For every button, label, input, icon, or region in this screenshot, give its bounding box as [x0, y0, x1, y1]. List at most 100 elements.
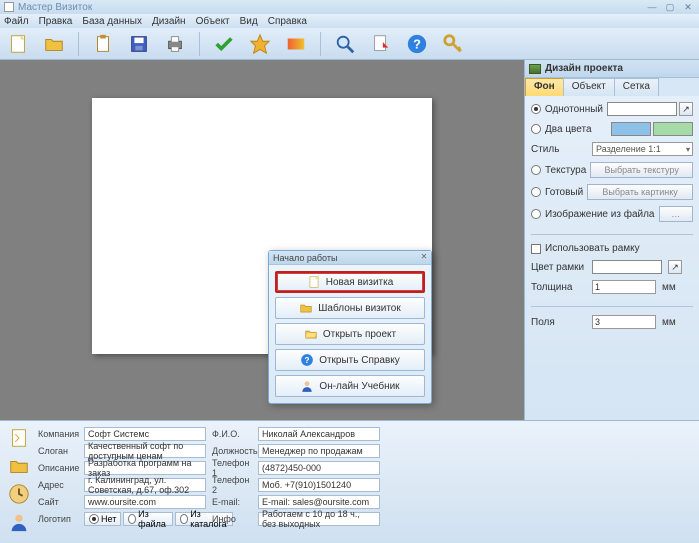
info-label: Инфо: [212, 514, 254, 524]
svg-text:?: ?: [413, 36, 421, 51]
print-icon[interactable]: [163, 32, 187, 56]
margins-label: Поля: [531, 317, 586, 328]
color2-swatch[interactable]: [653, 122, 693, 136]
help-circle-icon: ?: [300, 353, 314, 367]
folder-icon: [299, 301, 313, 315]
folder-open-icon: [304, 327, 318, 341]
dialog-title-bar[interactable]: Начало работы ✕: [269, 251, 431, 265]
address-input[interactable]: г. Калининград, ул. Советская, д.67, оф.…: [84, 478, 206, 492]
star-icon[interactable]: [248, 32, 272, 56]
company-input[interactable]: Софт Системс: [84, 427, 206, 441]
bottom-panel: Компания Софт Системс Слоган Качественный …: [0, 420, 699, 543]
menu-help[interactable]: Справка: [268, 16, 307, 27]
fio-input[interactable]: Николай Александров: [258, 427, 380, 441]
tab-grid[interactable]: Сетка: [614, 78, 659, 96]
site-label: Сайт: [38, 497, 80, 507]
tab-background[interactable]: Фон: [525, 78, 564, 96]
ready-label: Готовый: [545, 187, 583, 198]
eyedropper-icon[interactable]: ↗: [679, 102, 693, 116]
folder-side-icon[interactable]: [8, 455, 30, 477]
dialog-title: Начало работы: [273, 253, 337, 263]
tab-object[interactable]: Объект: [563, 78, 615, 96]
radio-twocolor[interactable]: [531, 124, 541, 134]
canvas-area: Начало работы ✕ Новая визитка Шаблоны ви…: [0, 60, 524, 420]
margins-input[interactable]: 3: [592, 315, 656, 329]
new-card-button[interactable]: Новая визитка: [275, 271, 425, 293]
zoom-icon[interactable]: [333, 32, 357, 56]
solid-color-swatch[interactable]: [607, 102, 677, 116]
desc-label: Описание: [38, 463, 80, 473]
slogan-label: Слоган: [38, 446, 80, 456]
menu-edit[interactable]: Правка: [39, 16, 73, 27]
solid-label: Однотонный: [545, 104, 603, 115]
choose-picture-button[interactable]: Выбрать картинку: [587, 184, 693, 200]
radio-ready[interactable]: [531, 187, 541, 197]
close-button[interactable]: ✕: [681, 2, 695, 12]
style-dropdown[interactable]: Разделение 1:1: [592, 142, 693, 156]
doc-icon: [307, 275, 321, 289]
logo-none-option[interactable]: Нет: [84, 512, 121, 526]
style-label: Стиль: [531, 144, 586, 155]
from-file-label: Изображение из файла: [545, 209, 655, 220]
twocolor-label: Два цвета: [545, 124, 592, 135]
online-tutorial-button[interactable]: Он-лайн Учебник: [275, 375, 425, 397]
site-input[interactable]: www.oursite.com: [84, 495, 206, 509]
company-label: Компания: [38, 429, 80, 439]
email-input[interactable]: E-mail: sales@oursite.com: [258, 495, 380, 509]
clipboard-icon[interactable]: [91, 32, 115, 56]
desc-input[interactable]: Разработка программ на заказ: [84, 461, 206, 475]
dialog-close-icon[interactable]: ✕: [419, 252, 429, 262]
templates-label: Шаблоны визиток: [318, 303, 400, 314]
svg-text:?: ?: [305, 356, 310, 365]
new-card-label: Новая визитка: [326, 277, 394, 288]
menu-view[interactable]: Вид: [240, 16, 258, 27]
menu-file[interactable]: Файл: [4, 16, 29, 27]
user-side-icon[interactable]: [8, 511, 30, 533]
slogan-input[interactable]: Качественный софт по доступным ценам: [84, 444, 206, 458]
menu-design[interactable]: Дизайн: [152, 16, 186, 27]
logo-file-option[interactable]: Из файла: [123, 512, 173, 526]
thickness-input[interactable]: 1: [592, 280, 656, 294]
panel-title: Дизайн проекта: [545, 63, 623, 74]
radio-solid[interactable]: [531, 104, 541, 114]
key-icon[interactable]: [441, 32, 465, 56]
check-icon[interactable]: [212, 32, 236, 56]
open-folder-icon[interactable]: [42, 32, 66, 56]
open-help-button[interactable]: ? Открыть Справку: [275, 349, 425, 371]
paste-icon[interactable]: [369, 32, 393, 56]
color1-swatch[interactable]: [611, 122, 651, 136]
clock-side-icon[interactable]: [8, 483, 30, 505]
choose-texture-button[interactable]: Выбрать текстуру: [590, 162, 693, 178]
phone2-input[interactable]: Моб. +7(910)1501240: [258, 478, 380, 492]
maximize-button[interactable]: ▢: [663, 2, 677, 12]
from-file-browse[interactable]: …: [659, 206, 694, 222]
fio-label: Ф.И.О.: [212, 429, 254, 439]
position-input[interactable]: Менеджер по продажам: [258, 444, 380, 458]
thickness-label: Толщина: [531, 282, 586, 293]
app-icon: [4, 2, 14, 12]
doc-side-icon[interactable]: [8, 427, 30, 449]
panel-title-bar: Дизайн проекта: [525, 60, 699, 78]
eyedropper2-icon[interactable]: ↗: [668, 260, 682, 274]
phone1-input[interactable]: (4872)450-000: [258, 461, 380, 475]
info-input[interactable]: Работаем с 10 до 18 ч., без выходных: [258, 512, 380, 526]
minimize-button[interactable]: —: [645, 2, 659, 12]
gradient-icon[interactable]: [284, 32, 308, 56]
menu-object[interactable]: Объект: [196, 16, 230, 27]
radio-from-file[interactable]: [531, 209, 541, 219]
picture-icon: [529, 64, 541, 74]
menubar: Файл Правка База данных Дизайн Объект Ви…: [0, 14, 699, 28]
email-label: E-mail:: [212, 497, 254, 507]
radio-texture[interactable]: [531, 165, 541, 175]
position-label: Должность: [212, 446, 254, 456]
mm-label-1: мм: [662, 282, 676, 293]
templates-button[interactable]: Шаблоны визиток: [275, 297, 425, 319]
save-icon[interactable]: [127, 32, 151, 56]
menu-database[interactable]: База данных: [82, 16, 142, 27]
open-project-button[interactable]: Открыть проект: [275, 323, 425, 345]
frame-color-swatch[interactable]: [592, 260, 662, 274]
texture-label: Текстура: [545, 165, 586, 176]
new-doc-icon[interactable]: [6, 32, 30, 56]
help-icon[interactable]: ?: [405, 32, 429, 56]
use-frame-checkbox[interactable]: [531, 244, 541, 254]
